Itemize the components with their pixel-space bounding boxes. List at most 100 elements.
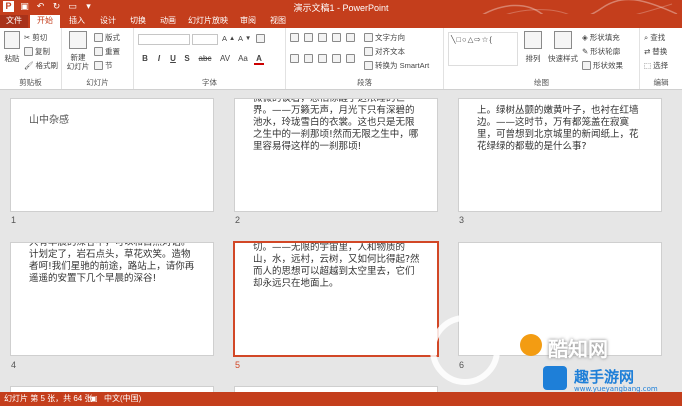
brush-icon: 🖌 [24,61,34,70]
slide-4-text: 只有早晨的深谷中，可以和自然对话。计划定了，岩石点头，草花欢笑。造物者呵!我们星… [29,242,195,284]
outdent-button[interactable] [332,33,341,42]
drawing-group-label: 绘图 [534,78,549,87]
font-color-button[interactable]: A [254,54,264,65]
tab-transitions[interactable]: 切换 [124,15,152,28]
copy-label: 复制 [35,47,50,56]
shape-line-icon: ╲ [451,35,456,44]
shapes-gallery[interactable]: ╲ □ ○ △ ⇨ ☆ { [448,32,518,66]
cut-button[interactable]: ✂ 剪切 [24,32,47,43]
columns-button[interactable] [346,54,355,63]
paste-button[interactable]: 粘贴 [2,31,22,64]
section-button[interactable]: 节 [94,60,113,71]
bullets-button[interactable] [290,33,299,42]
language-status[interactable]: 中文(中国) [104,392,141,406]
align-left-button[interactable] [290,54,299,63]
align-right-icon [318,54,327,63]
align-center-button[interactable] [304,54,313,63]
ribbon: 粘贴 ✂ 剪切 复制 🖌 格式刷 剪贴板 新建 幻灯片 版式 重置 节 幻灯片 … [0,28,682,90]
watermark-ring-icon [430,315,500,385]
tab-review[interactable]: 审阅 [234,15,262,28]
new-slide-icon [69,31,87,49]
quick-styles-button[interactable]: 快速样式 [548,31,578,64]
format-painter-button[interactable]: 🖌 格式刷 [24,60,58,71]
new-slide-label: 新建 幻灯片 [66,53,90,71]
shape-arrow-icon: ⇨ [474,35,481,44]
drawing-group: ╲ □ ○ △ ⇨ ☆ { 排列 快速样式 ◈ 形状填充 ✎ 形状轮廓 形状效果… [444,28,640,89]
arrange-icon [524,31,542,49]
slide-thumbnail-4[interactable]: 只有早晨的深谷中，可以和自然对话。计划定了，岩石点头，草花欢笑。造物者呵!我们星… [10,242,214,356]
copy-button[interactable]: 复制 [24,46,50,57]
spellcheck-icon[interactable]: ▣ [90,392,98,406]
text-direction-label: 文字方向 [375,33,405,42]
italic-button[interactable]: I [154,54,164,63]
convert-smartart-label: 转换为 SmartArt [375,61,430,70]
align-text-button[interactable]: 对齐文本 [364,46,405,57]
shape-outline-button[interactable]: ✎ 形状轮廓 [582,46,620,57]
underline-button[interactable]: U [168,54,178,63]
grow-font-button[interactable]: A ▲ [222,34,235,43]
quick-styles-icon [554,31,572,49]
copy-icon [24,47,33,56]
shape-effects-button[interactable]: 形状效果 [582,60,623,71]
char-spacing-button[interactable]: AV [218,54,232,63]
convert-smartart-button[interactable]: 转换为 SmartArt [364,60,429,71]
title-bar: P ▣ ↶ ↻ ▭ ▾ 演示文稿1 - PowerPoint [0,0,682,22]
align-right-button[interactable] [318,54,327,63]
line-spacing-button[interactable] [346,33,355,42]
slide-thumbnail-2[interactable]: 微微的谈着，恐怕惊醒了这浓睡的世界。——万籁无声，月光下只有深碧的池水，玲珑雪白… [234,98,438,212]
shape-fill-button[interactable]: ◈ 形状填充 [582,32,620,43]
slide-thumbnail-1[interactable]: 山中杂感 [10,98,214,212]
clear-format-button[interactable] [256,34,265,43]
new-slide-button[interactable]: 新建 幻灯片 [66,31,90,71]
watermark-url: www.yueyangbang.com [574,385,658,393]
layout-icon [94,33,103,42]
tab-insert[interactable]: 插入 [63,15,91,28]
bold-button[interactable]: B [140,54,150,63]
effects-icon [582,61,591,70]
layout-label: 版式 [105,33,120,42]
font-size-dropdown[interactable] [192,34,218,45]
layout-button[interactable]: 版式 [94,32,120,43]
tab-view[interactable]: 视图 [264,15,292,28]
watermark-brand: 酷知网 [548,337,608,361]
shape-triangle-icon: △ [467,35,474,44]
shape-effects-label: 形状效果 [593,61,623,70]
indent-button[interactable] [318,33,327,42]
replace-label: 替换 [652,47,668,56]
replace-button[interactable]: ⇄ 替换 [644,46,667,57]
select-label: 选择 [653,61,669,70]
text-direction-button[interactable]: 文字方向 [364,32,405,43]
shape-outline-label: 形状轮廓 [590,47,621,56]
slide-number-2: 2 [235,215,241,225]
pen-icon: ✎ [582,47,589,56]
reset-button[interactable]: 重置 [94,46,120,57]
select-button[interactable]: ⬚ 选择 [644,60,668,71]
tab-design[interactable]: 设计 [94,15,122,28]
numbering-button[interactable] [304,33,313,42]
shape-brace-icon: { [489,35,492,44]
indent-icon [318,33,327,42]
slide-3-text: 上。绿树丛颤的嫩黄叶子，也衬在红墙边。——这时节，万有都笼盖在寂寞里，可曾想到北… [477,105,639,152]
slide-thumbnail-3[interactable]: 上。绿树丛颤的嫩黄叶子，也衬在红墙边。——这时节，万有都笼盖在寂寞里，可曾想到北… [458,98,662,212]
watermark-phone-icon [543,366,567,390]
editing-group: ⌕ 查找 ⇄ 替换 ⬚ 选择 编辑 [640,28,682,89]
strikethrough-button[interactable]: abc [196,54,214,63]
align-text-label: 对齐文本 [375,47,405,56]
arrange-button[interactable]: 排列 [522,31,544,64]
shadow-button[interactable]: S [182,54,192,63]
tab-home[interactable]: 开始 [30,15,60,28]
font-family-dropdown[interactable] [138,34,190,45]
change-case-button[interactable]: Aa [236,54,250,63]
tab-slideshow[interactable]: 幻灯片放映 [184,15,232,28]
find-button[interactable]: ⌕ 查找 [644,32,665,43]
justify-button[interactable] [332,54,341,63]
shrink-font-button[interactable]: A ▼ [238,34,251,43]
tab-file[interactable]: 文件 [0,15,28,28]
slide-thumbnail-5[interactable]: 切。——无限的宇宙里，人和物质的山，水，远村，云树，又如何比得起?然而人的思想可… [233,241,439,357]
reset-label: 重置 [105,47,120,56]
slide-5-text: 切。——无限的宇宙里，人和物质的山，水，远村，云树，又如何比得起?然而人的思想可… [253,242,420,289]
bullets-icon [290,33,299,42]
tab-animations[interactable]: 动画 [154,15,182,28]
slide-number-1: 1 [11,215,17,225]
format-painter-label: 格式刷 [35,61,59,70]
